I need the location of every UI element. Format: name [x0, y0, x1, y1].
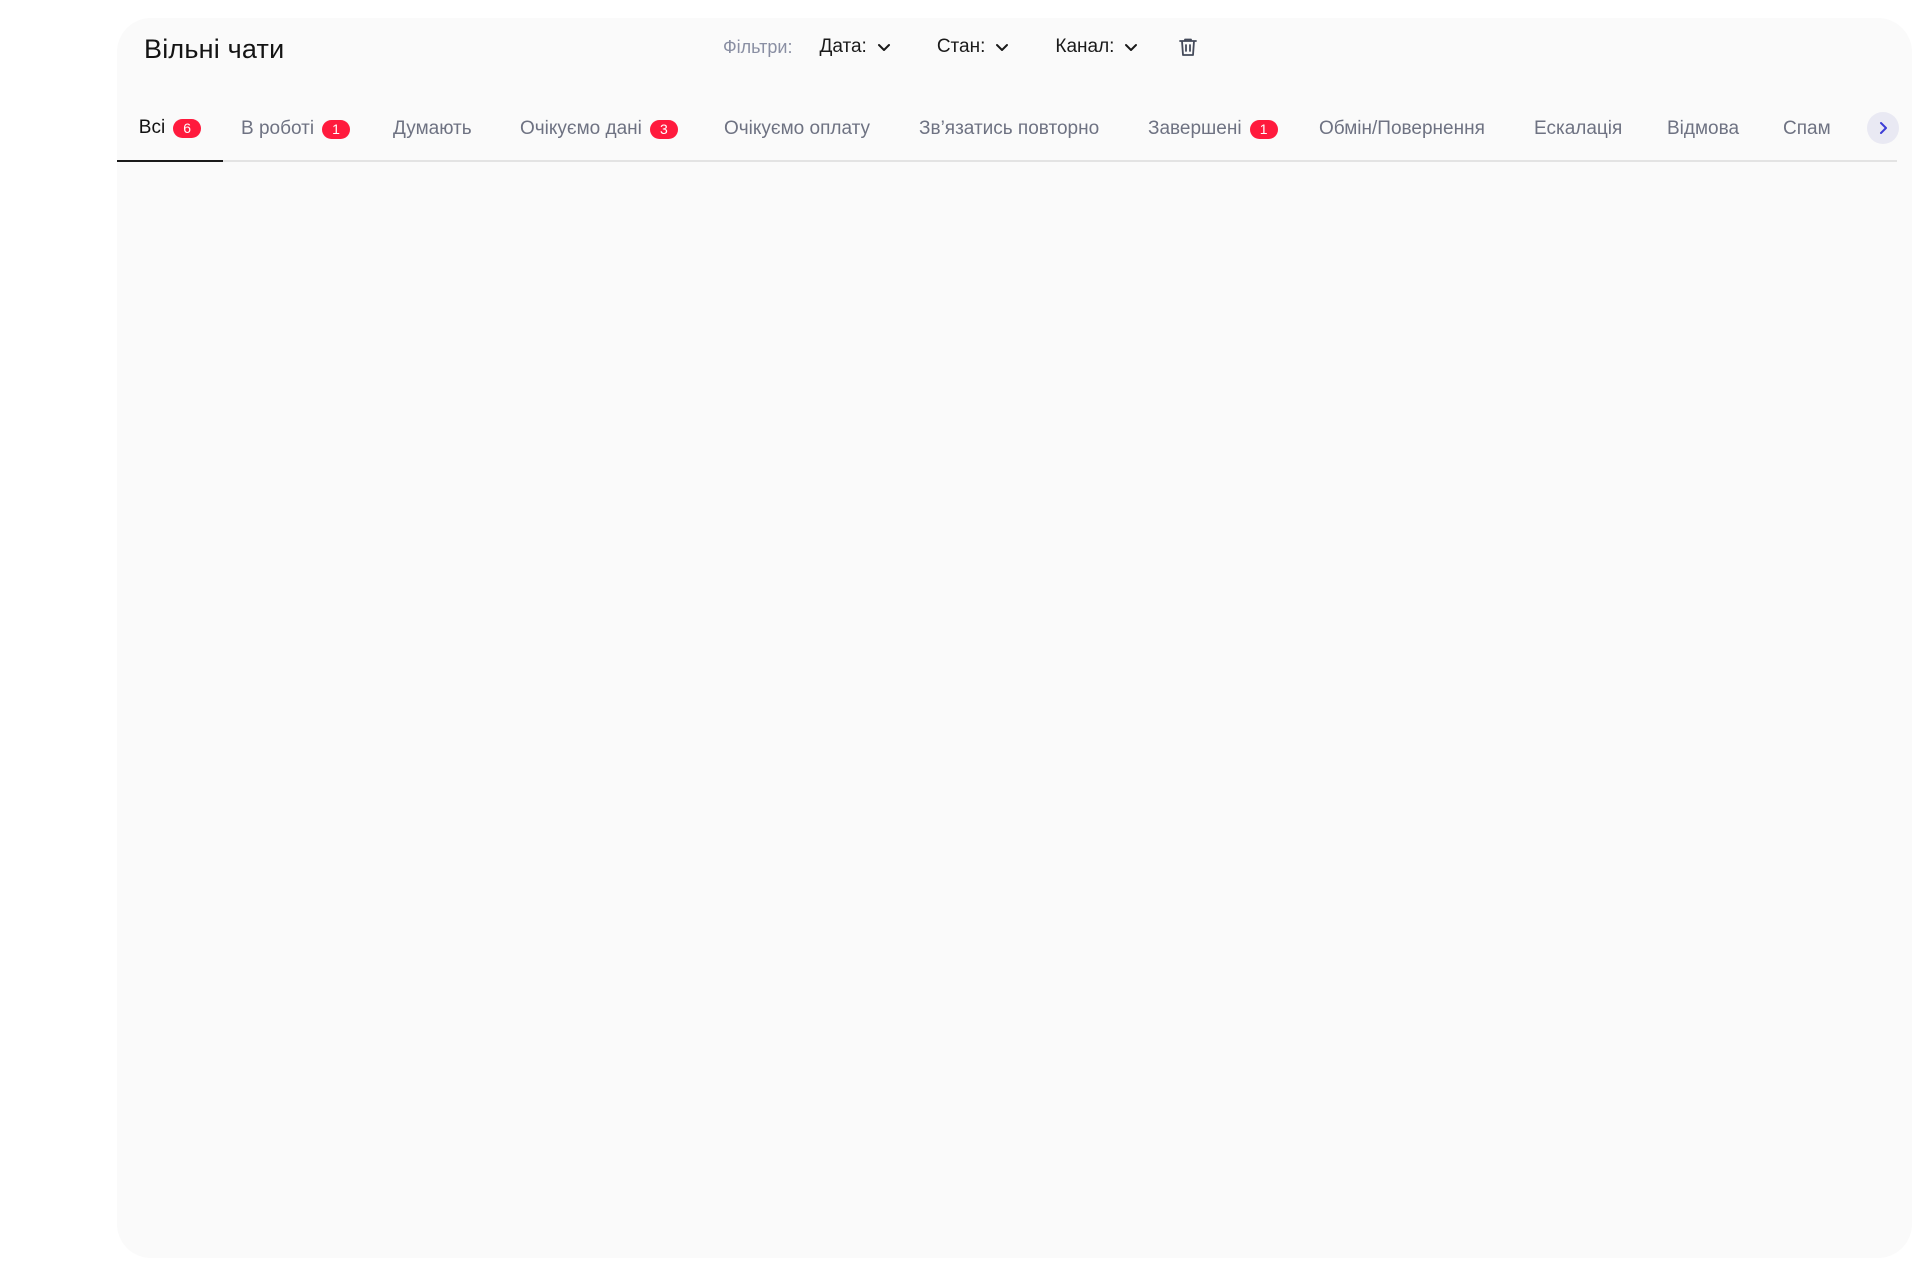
tab-label: Зв’язатись повторно — [919, 118, 1100, 139]
tab-label: Думають — [393, 118, 472, 139]
tab-refusal[interactable]: Відмова — [1667, 96, 1739, 162]
tab-awaiting-data[interactable]: Очікуємо дані 3 — [520, 96, 678, 162]
tab-label: Відмова — [1667, 118, 1740, 139]
channel-filter-label: Канал: — [1055, 36, 1115, 57]
tab-label: Завершені — [1148, 118, 1242, 139]
chevron-right-icon — [1880, 122, 1887, 134]
trash-icon[interactable] — [1176, 35, 1200, 59]
count-badge: 3 — [649, 119, 678, 139]
tab-in-progress[interactable]: В роботі 1 — [241, 96, 351, 162]
tab-spam[interactable]: Спам — [1783, 96, 1831, 162]
tab-contact-again[interactable]: Зв’язатись повторно — [919, 96, 1099, 162]
channel-filter[interactable]: Канал: — [1055, 36, 1140, 58]
status-tabs: Всі 6 В роботі 1 Думають Очікуємо дані 3… — [117, 96, 1899, 162]
date-filter-label: Дата: — [819, 36, 867, 57]
tab-label: Очікуємо дані — [520, 118, 642, 139]
count-badge: 1 — [1249, 119, 1278, 139]
tab-label: Очікуємо оплату — [724, 118, 871, 139]
tab-label: Ескалація — [1534, 118, 1623, 139]
tab-completed[interactable]: Завершені 1 — [1148, 96, 1278, 162]
chevron-down-icon — [877, 44, 890, 51]
tab-exchange-return[interactable]: Обмін/Повернення — [1319, 96, 1485, 162]
state-filter-label: Стан: — [936, 36, 986, 57]
count-badge: 1 — [322, 119, 351, 139]
tab-awaiting-payment[interactable]: Очікуємо оплату — [724, 96, 870, 162]
tab-all[interactable]: Всі 6 — [117, 96, 223, 162]
chats-panel: Вільні чати Фільтри: Дата: Стан: Канал: — [117, 18, 1912, 1258]
date-filter[interactable]: Дата: — [819, 36, 892, 58]
chevron-down-icon — [996, 44, 1009, 51]
tab-escalation[interactable]: Ескалація — [1534, 96, 1622, 162]
count-badge: 6 — [173, 118, 202, 138]
filters-bar: Фільтри: Дата: Стан: Канал: — [723, 30, 1200, 64]
page-title: Вільні чати — [144, 34, 285, 64]
tab-thinking[interactable]: Думають — [393, 96, 472, 162]
tab-label: В роботі — [241, 118, 315, 139]
tab-label: Обмін/Повернення — [1319, 118, 1485, 139]
tab-label: Всі — [138, 117, 166, 138]
filters-label: Фільтри: — [723, 36, 793, 57]
state-filter[interactable]: Стан: — [937, 36, 1012, 58]
tabs-scroll-right-button[interactable] — [1867, 112, 1899, 144]
tab-label: Спам — [1783, 118, 1831, 139]
chevron-down-icon — [1125, 44, 1138, 51]
